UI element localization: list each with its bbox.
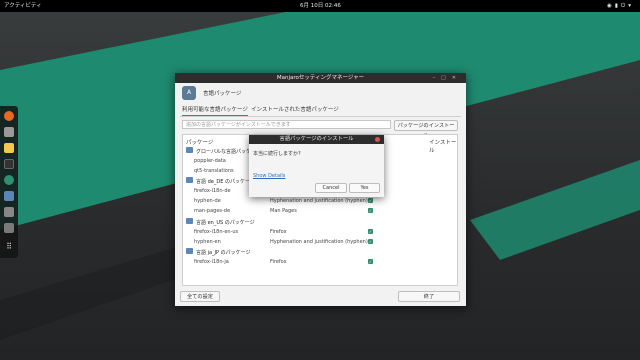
firefox-icon[interactable] bbox=[4, 111, 14, 121]
window-title: Manjaroセッティングマネージャー bbox=[276, 75, 365, 81]
app-grid-icon[interactable]: ⠿ bbox=[4, 242, 14, 252]
software-icon[interactable] bbox=[4, 175, 14, 185]
package-name: qt5-translations bbox=[194, 168, 234, 174]
dock: ⠿ bbox=[0, 106, 18, 258]
install-packages-button[interactable]: パッケージのインストール bbox=[394, 120, 458, 139]
install-checkbox[interactable]: ✓ bbox=[368, 229, 373, 234]
activities-button[interactable]: アクティビティ bbox=[4, 0, 42, 12]
top-bar: アクティビティ 6月 10日 02:46 ◉▮⏻▾ bbox=[0, 0, 640, 12]
package-description: Firefox bbox=[270, 259, 287, 265]
search-input[interactable]: 追加の言語パッケージがインストールできます bbox=[182, 120, 391, 129]
package-name: hyphen-en bbox=[194, 239, 221, 245]
maximize-icon[interactable]: □ bbox=[441, 75, 452, 81]
list-item[interactable]: hyphen-en Hyphenation and justification … bbox=[183, 238, 457, 247]
package-name: poppler-data bbox=[194, 158, 226, 164]
package-name: man-pages-de bbox=[194, 208, 231, 214]
close-button[interactable]: 終了 bbox=[398, 291, 460, 302]
dialog-titlebar[interactable]: 言語パッケージのインストール bbox=[249, 135, 384, 144]
list-item[interactable]: man-pages-de Man Pages ✓ bbox=[183, 207, 457, 216]
language-group-icon bbox=[186, 248, 193, 254]
list-item[interactable]: hyphen-de Hyphenation and justification … bbox=[183, 197, 457, 206]
language-group-icon bbox=[186, 218, 193, 224]
terminal-icon[interactable] bbox=[4, 159, 14, 169]
clock[interactable]: 6月 10日 02:46 bbox=[300, 0, 341, 12]
group-row[interactable]: 言語 en_US のパッケージ bbox=[183, 218, 457, 227]
chevron-down-icon[interactable]: ▾ bbox=[628, 3, 634, 9]
all-settings-button[interactable]: 全ての設定 bbox=[180, 291, 220, 302]
trash-icon[interactable] bbox=[4, 223, 14, 233]
system-tray[interactable]: ◉▮⏻▾ bbox=[607, 0, 634, 12]
group-title: 言語 en_US のパッケージ bbox=[196, 220, 255, 226]
package-description: Hyphenation and justification (hyphen) bbox=[270, 239, 368, 245]
language-icon: A bbox=[182, 86, 196, 100]
package-name: firefox-i18n-de bbox=[194, 188, 231, 194]
language-group-icon bbox=[186, 147, 193, 153]
group-row[interactable]: 言語 ja_JP のパッケージ bbox=[183, 248, 457, 257]
settings-manager-icon[interactable] bbox=[4, 191, 14, 201]
install-checkbox[interactable]: ✓ bbox=[368, 198, 373, 203]
text-editor-icon[interactable] bbox=[4, 143, 14, 153]
dialog-title: 言語パッケージのインストール bbox=[279, 136, 354, 142]
language-group-icon bbox=[186, 177, 193, 183]
install-checkbox[interactable]: ✓ bbox=[368, 239, 373, 244]
close-icon[interactable] bbox=[375, 137, 380, 142]
accessibility-icon[interactable]: ◉ bbox=[607, 3, 615, 9]
window-titlebar[interactable]: Manjaroセッティングマネージャー –□✕ bbox=[175, 73, 466, 83]
column-header-package[interactable]: パッケージ bbox=[186, 138, 213, 146]
dialog-question: 本当に続行しますか? bbox=[253, 151, 301, 157]
yes-button[interactable]: Yes bbox=[349, 183, 380, 193]
tab-available-packages[interactable]: 利用可能な言語パッケージ bbox=[182, 105, 248, 116]
package-name: firefox-i18n-en-us bbox=[194, 229, 239, 235]
install-checkbox[interactable]: ✓ bbox=[368, 259, 373, 264]
cancel-button[interactable]: Cancel bbox=[315, 183, 347, 193]
close-icon[interactable]: ✕ bbox=[452, 75, 462, 81]
minimize-icon[interactable]: – bbox=[433, 75, 442, 81]
list-item[interactable]: firefox-i18n-en-us Firefox ✓ bbox=[183, 228, 457, 237]
show-details-link[interactable]: Show Details bbox=[253, 173, 285, 179]
tab-installed-packages[interactable]: インストールされた言語パッケージ bbox=[251, 105, 339, 115]
package-description: Hyphenation and justification (hyphen) bbox=[270, 198, 368, 204]
package-name: firefox-i18n-ja bbox=[194, 259, 229, 265]
group-title: 言語 ja_JP のパッケージ bbox=[196, 250, 251, 256]
disk-icon[interactable] bbox=[4, 207, 14, 217]
package-name: hyphen-de bbox=[194, 198, 221, 204]
tab-divider bbox=[180, 116, 461, 117]
list-item[interactable]: firefox-i18n-ja Firefox ✓ bbox=[183, 258, 457, 267]
package-description: Man Pages bbox=[270, 208, 297, 214]
group-title: 言語 de_DE のパッケージ bbox=[196, 179, 255, 185]
files-icon[interactable] bbox=[4, 127, 14, 137]
install-checkbox[interactable]: ✓ bbox=[368, 208, 373, 213]
install-confirm-dialog: 言語パッケージのインストール 本当に続行しますか? Show Details C… bbox=[249, 135, 384, 197]
package-description: Firefox bbox=[270, 229, 287, 235]
page-title: 言語パッケージ bbox=[203, 91, 242, 97]
